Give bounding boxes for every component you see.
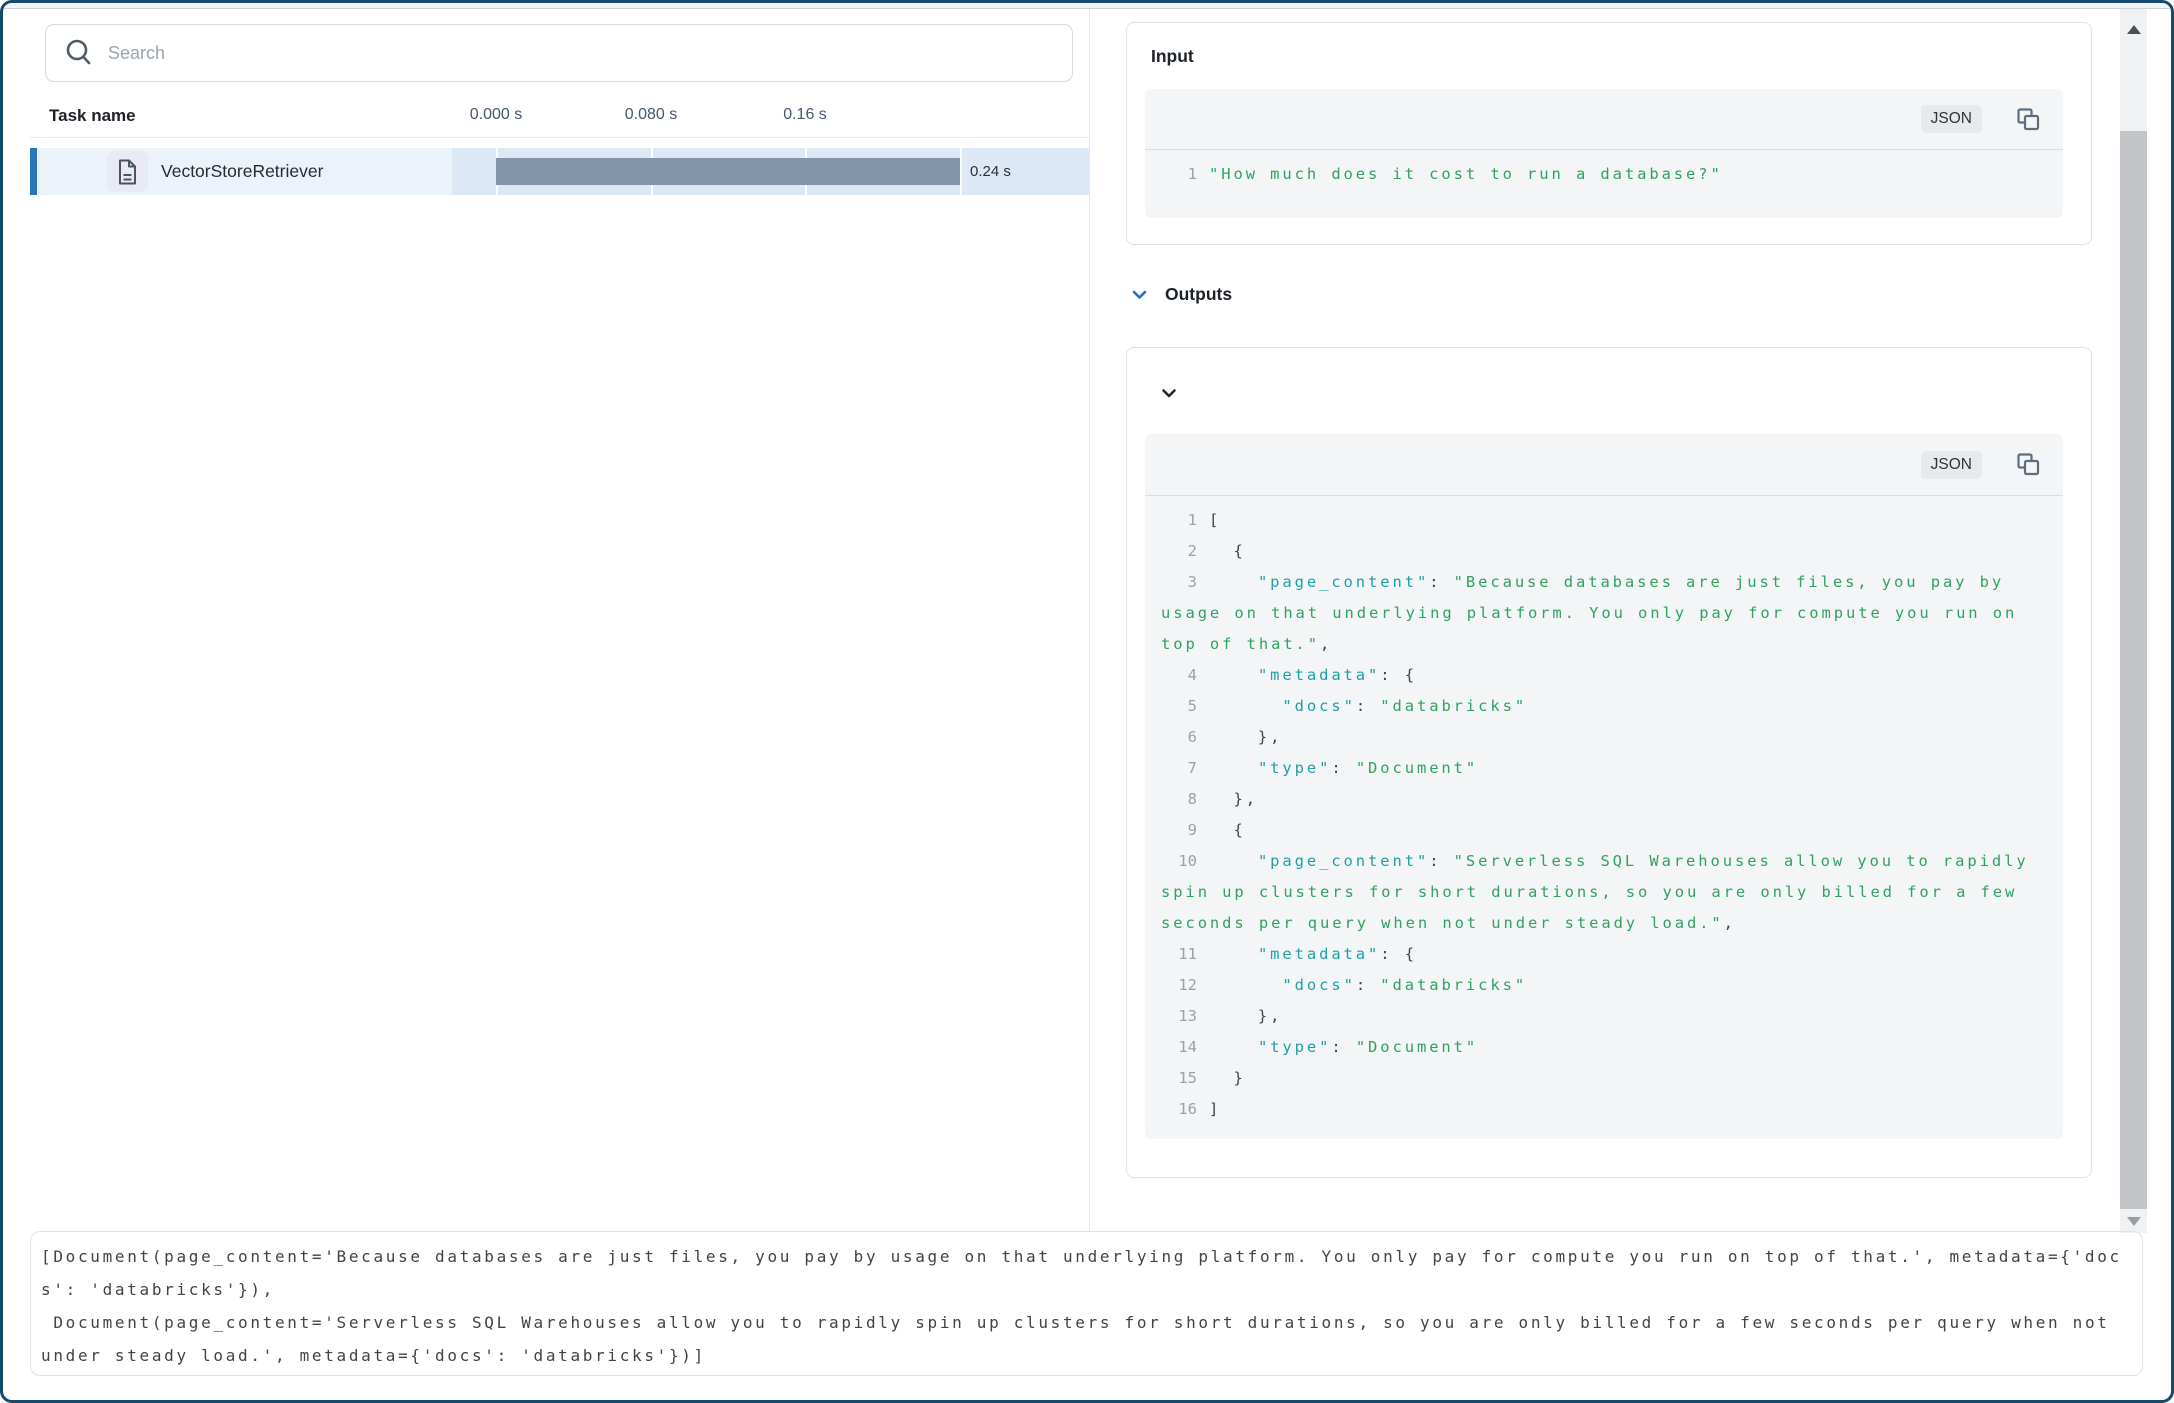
input-code-block: JSON 1"How much does it cost to run a da… xyxy=(1145,89,2063,218)
search-input[interactable] xyxy=(108,43,1072,64)
document-icon xyxy=(107,151,148,192)
search-box[interactable] xyxy=(45,24,1073,82)
duration-label: 0.24 s xyxy=(970,148,1011,195)
outputs-section-toggle[interactable]: Outputs xyxy=(1131,284,1232,305)
scrollbar-thumb[interactable] xyxy=(2120,131,2147,1209)
outputs-section-title: Outputs xyxy=(1165,284,1232,305)
right-panel-scrollbar[interactable] xyxy=(2120,9,2147,1233)
outputs-code-header: JSON xyxy=(1145,434,2063,496)
collapse-output-toggle[interactable] xyxy=(1160,384,1178,407)
task-name-cell: VectorStoreRetriever xyxy=(30,148,452,195)
window-top-strip xyxy=(3,3,2171,9)
json-format-badge[interactable]: JSON xyxy=(1921,451,1982,479)
task-row[interactable]: VectorStoreRetriever 0.24 s xyxy=(30,148,1089,195)
raw-output-panel: [Document(page_content='Because database… xyxy=(30,1231,2143,1376)
input-code-header: JSON xyxy=(1145,89,2063,150)
gridline xyxy=(960,148,962,195)
input-card: Input JSON 1"How much does it cost to ru… xyxy=(1126,22,2092,245)
header-divider xyxy=(30,137,1089,138)
chevron-down-icon xyxy=(1131,286,1148,303)
outputs-code-content: 1[2 {3 "page_content": "Because database… xyxy=(1145,496,2063,1139)
selected-row-accent xyxy=(30,148,37,195)
time-tick-label: 0.080 s xyxy=(625,106,677,124)
copy-icon[interactable] xyxy=(2016,452,2041,477)
task-name-label: VectorStoreRetriever xyxy=(161,148,323,195)
scroll-up-arrow-icon[interactable] xyxy=(2127,25,2141,34)
time-tick-label: 0.16 s xyxy=(783,106,827,124)
outputs-code-block: JSON 1[2 {3 "page_content": "Because dat… xyxy=(1145,434,2063,1139)
time-tick-label: 0.000 s xyxy=(470,106,522,124)
duration-bar xyxy=(496,158,960,185)
trace-viewer-window: Task name 0.000 s 0.080 s 0.16 s VectorSto… xyxy=(0,0,2174,1403)
time-axis: 0.000 s 0.080 s 0.16 s xyxy=(452,106,1089,128)
input-section-title: Input xyxy=(1151,46,1194,67)
chevron-down-icon xyxy=(1160,384,1178,402)
task-name-column-header: Task name xyxy=(49,106,136,126)
scroll-down-arrow-icon[interactable] xyxy=(2127,1217,2141,1226)
outputs-card: JSON 1[2 {3 "page_content": "Because dat… xyxy=(1126,347,2092,1178)
search-icon xyxy=(64,38,94,68)
json-format-badge[interactable]: JSON xyxy=(1921,105,1982,133)
gantt-cell: 0.24 s xyxy=(452,148,1089,195)
panel-divider xyxy=(1089,9,1090,1231)
copy-icon[interactable] xyxy=(2016,107,2041,132)
input-code-content: 1"How much does it cost to run a databas… xyxy=(1145,150,2063,204)
raw-output-text: [Document(page_content='Because database… xyxy=(31,1232,2142,1376)
